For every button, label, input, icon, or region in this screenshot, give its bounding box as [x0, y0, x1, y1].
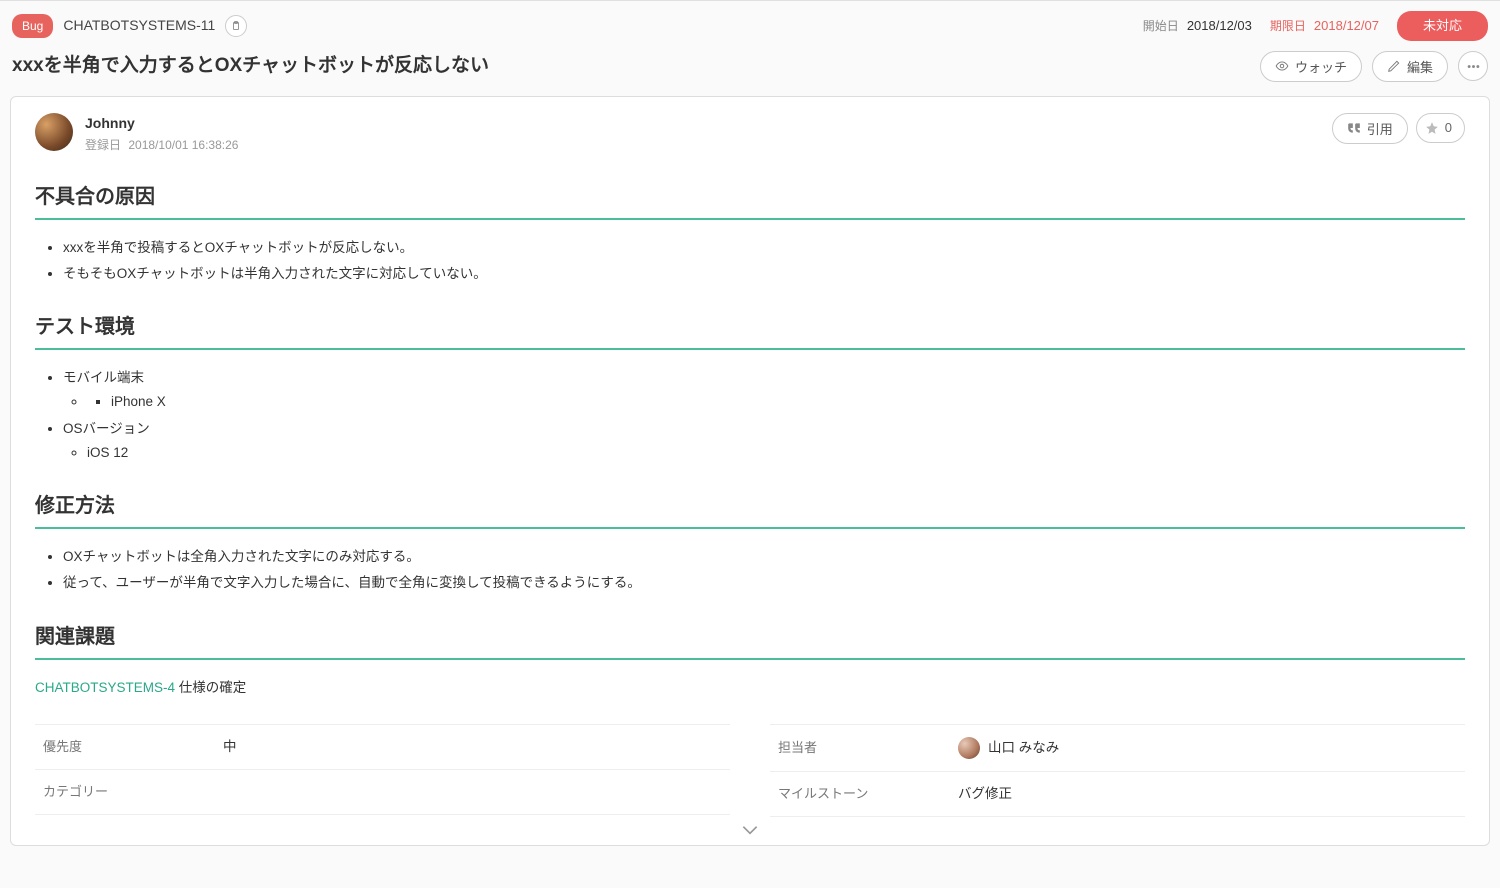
- star-icon: [1425, 121, 1439, 135]
- list-item: iOS 12: [87, 443, 1465, 463]
- dots-icon: [1466, 59, 1481, 74]
- issue-title: xxxを半角で入力するとOXチャットボットが反応しない: [12, 52, 1250, 81]
- list-item: iPhone X: [87, 392, 1465, 412]
- due-date-label: 期限日: [1270, 17, 1306, 35]
- eye-icon: [1275, 59, 1289, 73]
- due-date-value: 2018/12/07: [1314, 16, 1379, 36]
- fix-list: OXチャットボットは全角入力された文字にのみ対応する。 従って、ユーザーが半角で…: [35, 547, 1465, 594]
- meta-category-label: カテゴリー: [43, 782, 223, 802]
- quote-button[interactable]: 引用: [1332, 113, 1408, 144]
- pencil-icon: [1387, 59, 1401, 73]
- status-badge[interactable]: 未対応: [1397, 11, 1488, 41]
- meta-category-row: カテゴリー: [35, 769, 730, 815]
- meta-milestone-value: バグ修正: [958, 784, 1457, 804]
- author-block: Johnny 登録日 2018/10/01 16:38:26: [85, 113, 238, 154]
- meta-assignee-row: 担当者 山口 みなみ: [770, 724, 1465, 771]
- section-fix-title: 修正方法: [35, 491, 1465, 529]
- meta-milestone-row: マイルストーン バグ修正: [770, 771, 1465, 817]
- issue-header: Bug CHATBOTSYSTEMS-11 開始日 2018/12/03 期限日…: [0, 1, 1500, 47]
- title-row: xxxを半角で入力するとOXチャットボットが反応しない ウォッチ 編集: [0, 47, 1500, 96]
- copy-key-button[interactable]: [225, 15, 247, 37]
- section-related-title: 関連課題: [35, 622, 1465, 660]
- list-item: 従って、ユーザーが半角で文字入力した場合に、自動で全角に変換して投稿できるように…: [63, 573, 1465, 593]
- section-env-title: テスト環境: [35, 312, 1465, 350]
- list-item: そもそもOXチャットボットは半角入力された文字に対応していない。: [63, 264, 1465, 284]
- author-name: Johnny: [85, 113, 238, 134]
- list-item: xxxを半角で投稿するとOXチャットボットが反応しない。: [63, 238, 1465, 258]
- chevron-down-icon: [740, 823, 760, 837]
- author-avatar[interactable]: [35, 113, 73, 151]
- meta-milestone-label: マイルストーン: [778, 784, 958, 804]
- edit-label: 編集: [1407, 57, 1433, 76]
- list-item: モバイル端末 iPhone X: [63, 368, 1465, 413]
- assignee-avatar[interactable]: [958, 737, 980, 759]
- start-date-label: 開始日: [1143, 17, 1179, 35]
- registered-label: 登録日: [85, 138, 121, 152]
- env-item1: モバイル端末: [63, 370, 144, 385]
- start-date-group: 開始日 2018/12/03: [1143, 16, 1252, 36]
- meta-table: 優先度 中 カテゴリー 担当者 山口 みなみ マイルストーン: [35, 724, 1465, 817]
- list-item: OXチャットボットは全角入力された文字にのみ対応する。: [63, 547, 1465, 567]
- star-button[interactable]: 0: [1416, 113, 1465, 143]
- card-header: Johnny 登録日 2018/10/01 16:38:26 引用 0: [35, 113, 1465, 154]
- issue-card: Johnny 登録日 2018/10/01 16:38:26 引用 0 不具合の…: [10, 96, 1490, 847]
- quote-label: 引用: [1367, 119, 1393, 138]
- meta-col-right: 担当者 山口 みなみ マイルストーン バグ修正: [770, 724, 1465, 817]
- meta-priority-label: 優先度: [43, 737, 223, 757]
- related-issue-text: 仕様の確定: [179, 680, 247, 695]
- list-item: OSバージョン iOS 12: [63, 419, 1465, 464]
- star-count: 0: [1445, 118, 1452, 138]
- section-cause-title: 不具合の原因: [35, 182, 1465, 220]
- watch-label: ウォッチ: [1295, 57, 1347, 76]
- list-item: iPhone X: [111, 392, 1465, 412]
- expand-toggle[interactable]: [35, 817, 1465, 845]
- cause-list: xxxを半角で投稿するとOXチャットボットが反応しない。 そもそもOXチャットボ…: [35, 238, 1465, 285]
- edit-button[interactable]: 編集: [1372, 51, 1448, 82]
- registered-line: 登録日 2018/10/01 16:38:26: [85, 136, 238, 154]
- start-date-value: 2018/12/03: [1187, 16, 1252, 36]
- meta-assignee-label: 担当者: [778, 738, 958, 758]
- related-issue: CHATBOTSYSTEMS-4 仕様の確定: [35, 678, 1465, 698]
- meta-priority-row: 優先度 中: [35, 724, 730, 769]
- quote-icon: [1347, 123, 1361, 133]
- assignee-name: 山口 みなみ: [988, 738, 1059, 758]
- clipboard-icon: [230, 20, 242, 32]
- related-issue-link[interactable]: CHATBOTSYSTEMS-4: [35, 680, 175, 695]
- issue-type-badge: Bug: [12, 14, 53, 38]
- issue-page: Bug CHATBOTSYSTEMS-11 開始日 2018/12/03 期限日…: [0, 0, 1500, 846]
- env-item2: OSバージョン: [63, 421, 150, 436]
- env-list: モバイル端末 iPhone X OSバージョン iOS 12: [35, 368, 1465, 463]
- due-date-group: 期限日 2018/12/07: [1270, 16, 1379, 36]
- registered-date: 2018/10/01 16:38:26: [128, 138, 238, 152]
- meta-priority-value: 中: [223, 737, 722, 757]
- meta-assignee-value: 山口 みなみ: [958, 737, 1457, 759]
- watch-button[interactable]: ウォッチ: [1260, 51, 1362, 82]
- issue-key: CHATBOTSYSTEMS-11: [63, 15, 215, 36]
- meta-col-left: 優先度 中 カテゴリー: [35, 724, 730, 817]
- more-button[interactable]: [1458, 51, 1488, 81]
